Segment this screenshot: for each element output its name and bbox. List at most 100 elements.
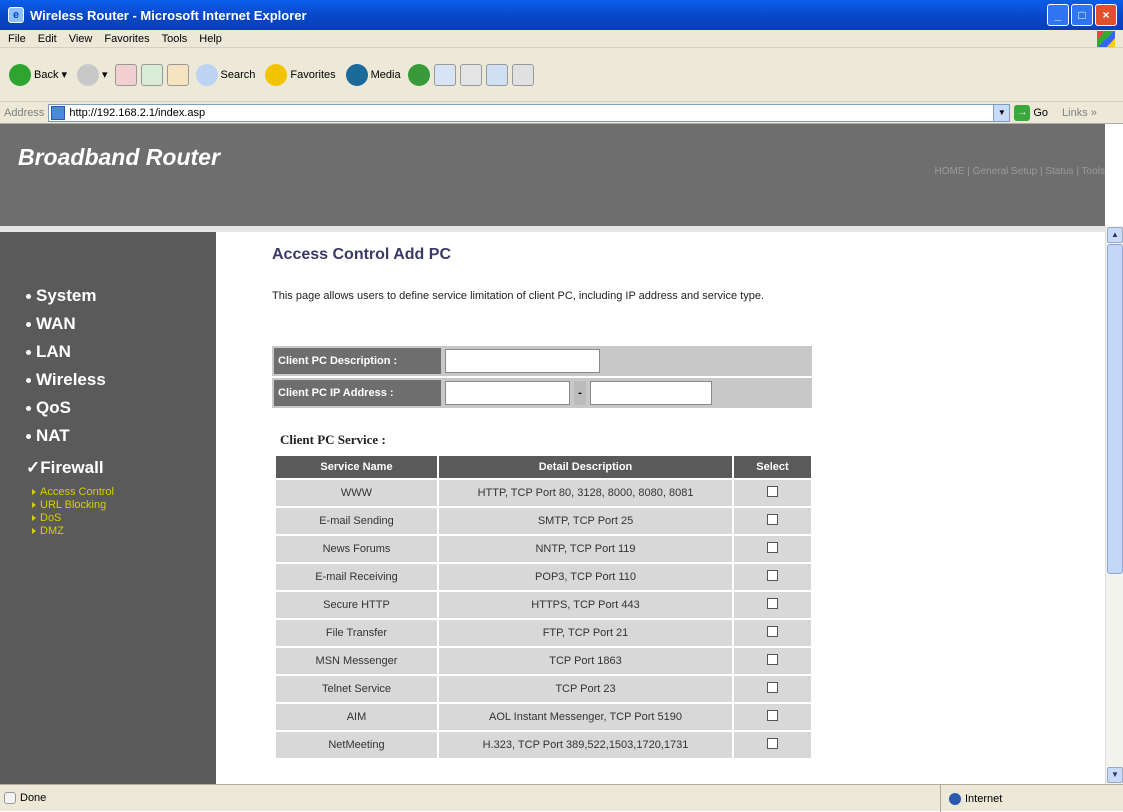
go-button[interactable]: → Go [1014,104,1048,121]
service-detail: HTTP, TCP Port 80, 3128, 8000, 8080, 808… [439,480,732,506]
ip-address-label: Client PC IP Address : [274,380,441,406]
address-dropdown-icon[interactable]: ▼ [993,104,1010,121]
header-detail-description: Detail Description [439,456,732,478]
history-icon[interactable] [407,63,430,86]
service-table: Service Name Detail Description Select W… [274,454,813,760]
service-name: File Transfer [276,620,437,646]
forward-arrow-icon [77,63,99,86]
scroll-thumb[interactable] [1107,244,1123,574]
globe-icon [949,792,961,805]
back-button[interactable]: Back ▾ [6,62,70,88]
links-button[interactable]: Links » [1062,107,1097,119]
sidebar-item-wireless[interactable]: Wireless [26,370,106,390]
select-checkbox[interactable] [767,710,778,721]
service-name: NetMeeting [276,732,437,758]
search-icon [195,63,218,86]
status-done: Done [4,792,46,804]
sidebar-item-wan[interactable]: WAN [26,314,76,334]
scroll-up-icon[interactable]: ▲ [1107,227,1123,243]
favorites-button[interactable]: Favorites [262,62,338,88]
sidebar: System WAN LAN Wireless QoS NAT ✓Firewal… [0,232,216,784]
table-row: News Forums NNTP, TCP Port 119 [276,536,811,562]
search-button[interactable]: Search [193,62,259,88]
header-service-name: Service Name [276,456,437,478]
select-checkbox[interactable] [767,682,778,693]
service-name: E-mail Receiving [276,564,437,590]
minimize-button[interactable]: _ [1047,4,1069,26]
address-bar: Address http://192.168.2.1/index.asp ▼ →… [0,102,1123,124]
table-row: MSN Messenger TCP Port 1863 [276,648,811,674]
ie-icon: e [8,7,24,23]
mail-icon[interactable] [433,63,456,86]
maximize-button[interactable]: □ [1071,4,1093,26]
select-checkbox[interactable] [767,598,778,609]
description-label: Client PC Description : [274,348,441,374]
status-bar: Done Internet [0,784,1123,812]
service-detail: FTP, TCP Port 21 [439,620,732,646]
vertical-scrollbar[interactable]: ▲ ▼ [1105,226,1123,784]
print-icon[interactable] [459,63,482,86]
select-checkbox[interactable] [767,738,778,749]
subnav-dos[interactable]: DoS [32,512,61,524]
service-name: MSN Messenger [276,648,437,674]
service-name: Secure HTTP [276,592,437,618]
window-title: Wireless Router - Microsoft Internet Exp… [30,7,307,23]
description-row: Client PC Description : [272,346,812,376]
forward-button[interactable]: ▾ [74,62,111,88]
media-button[interactable]: Media [343,62,404,88]
subnav-dmz[interactable]: DMZ [32,525,64,537]
subnav-access-control[interactable]: Access Control [32,486,114,498]
ip-end-input[interactable] [590,381,712,405]
messenger-icon[interactable] [511,63,534,86]
close-button[interactable]: × [1095,4,1117,26]
menu-tools[interactable]: Tools [162,33,188,45]
top-navigation[interactable]: HOME | General Setup | Status | Tools [935,166,1105,177]
table-row: E-mail Sending SMTP, TCP Port 25 [276,508,811,534]
service-detail: NNTP, TCP Port 119 [439,536,732,562]
table-row: File Transfer FTP, TCP Port 21 [276,620,811,646]
page-banner: Broadband Router HOME | General Setup | … [0,124,1105,226]
toolbar: Back ▾ ▾ Search Favorites Media [0,48,1123,102]
select-checkbox[interactable] [767,570,778,581]
edit-icon[interactable] [485,63,508,86]
menu-help[interactable]: Help [199,33,222,45]
windows-logo-icon [1097,31,1115,47]
select-checkbox[interactable] [767,514,778,525]
subnav-url-blocking[interactable]: URL Blocking [32,499,106,511]
select-checkbox[interactable] [767,626,778,637]
main-content: Access Control Add PC This page allows u… [216,232,1105,784]
sidebar-item-firewall[interactable]: ✓Firewall [26,458,104,478]
table-row: Telnet Service TCP Port 23 [276,676,811,702]
sidebar-item-lan[interactable]: LAN [26,342,71,362]
service-detail: SMTP, TCP Port 25 [439,508,732,534]
select-checkbox[interactable] [767,486,778,497]
sidebar-item-system[interactable]: System [26,286,96,306]
service-detail: TCP Port 1863 [439,648,732,674]
table-row: AIM AOL Instant Messenger, TCP Port 5190 [276,704,811,730]
refresh-icon[interactable] [140,63,163,86]
home-icon[interactable] [166,63,189,86]
service-name: AIM [276,704,437,730]
menu-bar: File Edit View Favorites Tools Help [0,30,1123,48]
menu-view[interactable]: View [69,33,93,45]
menu-edit[interactable]: Edit [38,33,57,45]
star-icon [265,63,288,86]
client-pc-description-input[interactable] [445,349,600,373]
page-title: Access Control Add PC [272,246,451,263]
select-checkbox[interactable] [767,654,778,665]
sidebar-item-qos[interactable]: QoS [26,398,71,418]
select-checkbox[interactable] [767,542,778,553]
window-titlebar: e Wireless Router - Microsoft Internet E… [0,0,1123,30]
scroll-down-icon[interactable]: ▼ [1107,767,1123,783]
menu-favorites[interactable]: Favorites [104,33,149,45]
menu-file[interactable]: File [8,33,26,45]
ip-start-input[interactable] [445,381,570,405]
table-row: WWW HTTP, TCP Port 80, 3128, 8000, 8080, … [276,480,811,506]
service-name: E-mail Sending [276,508,437,534]
stop-icon[interactable] [114,63,137,86]
address-label: Address [4,106,45,119]
service-detail: POP3, TCP Port 110 [439,564,732,590]
ip-address-row: Client PC IP Address : - [272,378,812,408]
address-input[interactable]: http://192.168.2.1/index.asp ▼ [48,103,1011,122]
sidebar-item-nat[interactable]: NAT [26,426,70,446]
